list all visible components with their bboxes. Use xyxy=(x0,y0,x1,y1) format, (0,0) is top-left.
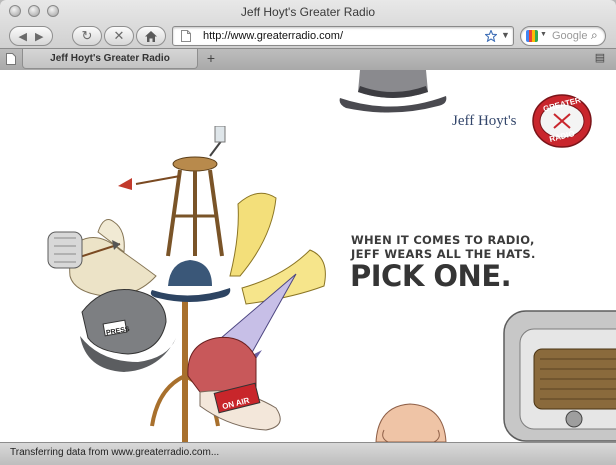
status-text: Transferring data from www.greaterradio.… xyxy=(10,447,220,458)
hat-rack-illustration[interactable] xyxy=(40,126,340,442)
url-dropdown-icon[interactable]: ▼ xyxy=(501,30,510,40)
tab-menu-icon[interactable]: ▤ xyxy=(591,51,609,65)
headline-pick-one: PICK ONE. xyxy=(350,259,512,293)
home-button[interactable] xyxy=(136,26,166,46)
search-placeholder: Google xyxy=(552,30,588,42)
bookmark-star-icon[interactable] xyxy=(485,30,497,42)
tab-label: Jeff Hoyt's Greater Radio xyxy=(50,53,170,64)
back-forward-buttons[interactable]: ◀ ▶ xyxy=(9,26,53,46)
new-tab-button[interactable]: + xyxy=(202,50,220,66)
headline-line-1: WHEN IT COMES TO RADIO, xyxy=(351,233,535,247)
web-page: Jeff Hoyt's GREATER RADIO ON AIR PRESS W… xyxy=(0,70,616,442)
tab-bar: Jeff Hoyt's Greater Radio + ▤ xyxy=(0,48,616,70)
vintage-radio-illustration[interactable] xyxy=(500,303,616,442)
home-icon xyxy=(145,30,157,42)
bald-head-illustration[interactable] xyxy=(370,400,452,442)
url-text[interactable]: http://www.greaterradio.com/ xyxy=(203,30,343,42)
search-field[interactable]: ▼ Google ⌕ xyxy=(520,26,606,46)
forward-arrow-icon[interactable]: ▶ xyxy=(35,30,43,43)
bowler-hat-top-illustration[interactable] xyxy=(338,70,448,114)
google-g-icon xyxy=(526,30,538,42)
greater-radio-logo[interactable]: GREATER RADIO xyxy=(532,94,592,148)
browser-window: Jeff Hoyt's Greater Radio ◀ ▶ ↻ ✕ http:/… xyxy=(0,0,616,465)
brand-name: Jeff Hoyt's xyxy=(452,113,517,129)
tab-greater-radio[interactable]: Jeff Hoyt's Greater Radio xyxy=(22,49,198,69)
stop-x-icon: ✕ xyxy=(113,28,125,43)
back-arrow-icon[interactable]: ◀ xyxy=(19,30,27,43)
page-icon xyxy=(181,30,191,42)
bookmark-page-icon[interactable] xyxy=(6,53,16,65)
window-title: Jeff Hoyt's Greater Radio xyxy=(240,5,376,19)
address-field[interactable]: http://www.greaterradio.com/ ▼ xyxy=(172,26,514,46)
stop-button[interactable]: ✕ xyxy=(104,26,134,46)
reload-icon: ↻ xyxy=(81,28,93,43)
search-icon: ⌕ xyxy=(591,28,598,42)
reload-button[interactable]: ↻ xyxy=(72,26,102,46)
search-dropdown-icon[interactable]: ▼ xyxy=(540,31,547,38)
status-bar: Transferring data from www.greaterradio.… xyxy=(0,442,616,465)
